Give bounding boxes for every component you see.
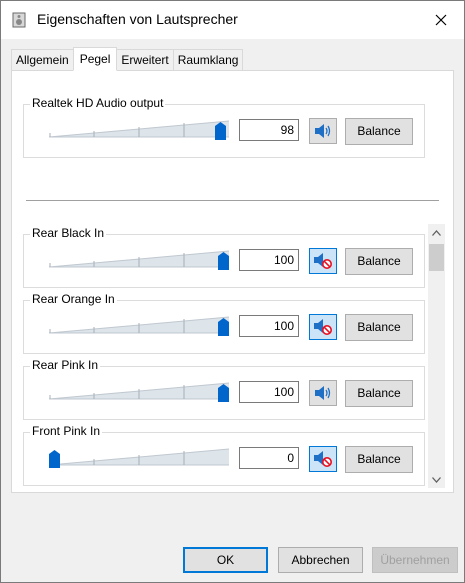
ok-button[interactable]: OK [183, 547, 268, 573]
channel-volume-value[interactable]: 100 [239, 249, 299, 271]
speaker-icon [315, 124, 331, 138]
channel-list[interactable]: Rear Black In 100 Balance Rear Orange In 10… [12, 225, 453, 492]
channel-label: Front Pink In [30, 424, 103, 438]
tab-raumklang[interactable]: Raumklang [172, 49, 244, 71]
tab-erweitert[interactable]: Erweitert [116, 49, 174, 71]
chevron-down-icon [432, 476, 441, 483]
tab-pegel[interactable]: Pegel [72, 47, 118, 71]
channel-balance-button[interactable]: Balance [345, 380, 413, 407]
speaker-muted-icon [314, 319, 332, 335]
slider-track [49, 250, 229, 268]
channel-label: Rear Pink In [30, 358, 101, 372]
tab-allgemein[interactable]: Allgemein [11, 49, 74, 71]
channel-mute-button[interactable] [309, 314, 337, 340]
channel-mute-button[interactable] [309, 380, 337, 406]
tab-strip: Allgemein Pegel Erweitert Raumklang [11, 47, 244, 71]
channel-rear-orange: Rear Orange In 100 Balance [23, 292, 425, 354]
channel-mute-button[interactable] [309, 248, 337, 274]
scroll-down-button[interactable] [428, 471, 445, 488]
window-title: Eigenschaften von Lautsprecher [37, 11, 238, 27]
main-output-label: Realtek HD Audio output [30, 96, 166, 110]
channel-balance-button[interactable]: Balance [345, 248, 413, 275]
channel-volume-value[interactable]: 0 [239, 447, 299, 469]
channel-volume-slider[interactable] [49, 380, 229, 406]
scroll-thumb[interactable] [429, 244, 444, 271]
main-volume-slider[interactable] [49, 118, 229, 144]
properties-dialog: Eigenschaften von Lautsprecher Allgemein… [0, 0, 465, 583]
channel-volume-slider[interactable] [49, 314, 229, 340]
levels-panel: Realtek HD Audio output 98 Balance Rear … [11, 70, 454, 493]
main-mute-button[interactable] [309, 118, 337, 144]
speaker-muted-icon [314, 451, 332, 467]
separator [26, 200, 439, 201]
main-balance-button[interactable]: Balance [345, 118, 413, 145]
scrollbar[interactable] [428, 224, 445, 488]
speaker-muted-icon [314, 253, 332, 269]
channel-balance-button[interactable]: Balance [345, 446, 413, 473]
channel-rear-pink: Rear Pink In 100 Balance [23, 358, 425, 420]
apply-button[interactable]: Übernehmen [372, 547, 458, 573]
speaker-icon [12, 12, 26, 28]
channel-label: Rear Orange In [30, 292, 117, 306]
channel-volume-slider[interactable] [49, 446, 229, 472]
slider-thumb[interactable] [218, 318, 229, 336]
slider-track [49, 316, 229, 334]
channel-balance-button[interactable]: Balance [345, 314, 413, 341]
slider-thumb[interactable] [218, 252, 229, 270]
channel-rear-black: Rear Black In 100 Balance [23, 226, 425, 288]
main-volume-value[interactable]: 98 [239, 119, 299, 141]
channel-front-pink: Front Pink In 0 Balance [23, 424, 425, 486]
cancel-button[interactable]: Abbrechen [278, 547, 363, 573]
main-output-group: Realtek HD Audio output 98 Balance [23, 96, 425, 158]
channel-mute-button[interactable] [309, 446, 337, 472]
title-bar: Eigenschaften von Lautsprecher [1, 1, 464, 39]
channel-volume-value[interactable]: 100 [239, 315, 299, 337]
chevron-up-icon [432, 229, 441, 236]
close-icon [435, 14, 447, 26]
slider-thumb[interactable] [49, 450, 60, 468]
speaker-icon [315, 386, 331, 400]
scroll-up-button[interactable] [428, 224, 445, 241]
channel-label: Rear Black In [30, 226, 107, 240]
close-button[interactable] [418, 1, 464, 39]
channel-volume-slider[interactable] [49, 248, 229, 274]
slider-track [49, 382, 229, 400]
slider-track [49, 448, 229, 466]
channel-volume-value[interactable]: 100 [239, 381, 299, 403]
slider-track [49, 120, 229, 138]
slider-thumb[interactable] [218, 384, 229, 402]
slider-thumb[interactable] [215, 122, 226, 140]
